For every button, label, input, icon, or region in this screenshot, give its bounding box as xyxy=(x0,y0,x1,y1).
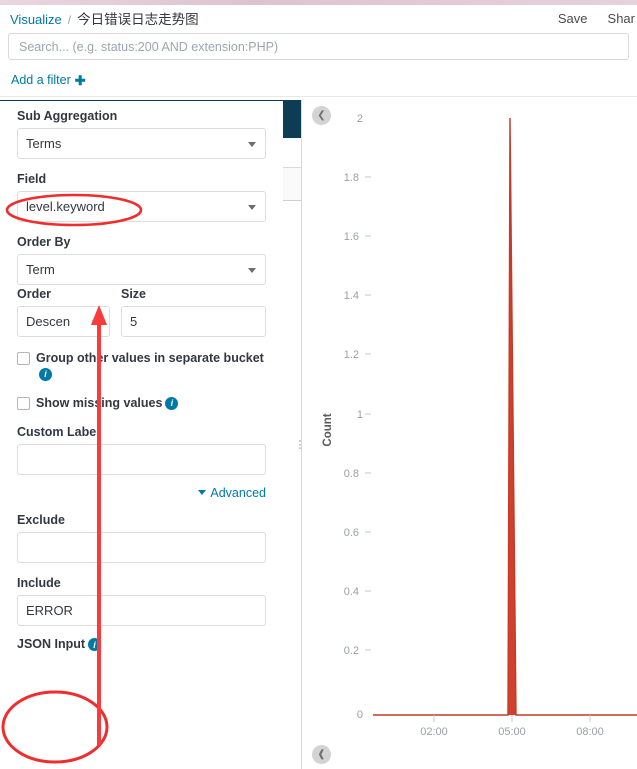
sub-aggregation-value: Terms xyxy=(26,136,62,151)
y-axis-title: Count xyxy=(322,413,334,446)
filter-bar: Add a filter ✚ xyxy=(0,64,637,97)
aggregation-form: Sub Aggregation Terms Field level.keywor… xyxy=(0,101,283,669)
y-tick-label: 0.8 xyxy=(344,468,359,480)
show-missing-values-label: Show missing values i xyxy=(36,396,179,412)
order-by-label: Order By xyxy=(17,235,71,249)
info-icon[interactable]: i xyxy=(39,367,52,381)
order-by-value: Term xyxy=(26,262,55,277)
include-input[interactable]: ERROR xyxy=(17,594,266,626)
order-size-row: Order Descen Size 5 xyxy=(17,285,266,337)
size-value: 5 xyxy=(130,314,138,329)
y-tick-label: 1 xyxy=(357,409,363,421)
order-value: Descen xyxy=(26,314,71,329)
x-tick-label: 05:00 xyxy=(498,726,526,738)
area-fill xyxy=(373,118,637,715)
json-input-text: JSON Input xyxy=(17,636,86,651)
advanced-label: Advanced xyxy=(210,485,266,500)
sub-aggregation-select[interactable]: Terms xyxy=(17,128,266,159)
exclude-label: Exclude xyxy=(17,512,65,527)
show-missing-values-text: Show missing values xyxy=(36,396,163,411)
share-button[interactable]: Shar xyxy=(608,11,635,26)
add-filter-button[interactable]: Add a filter ✚ xyxy=(11,73,86,87)
breadcrumb: Visualize / 今日错误日志走势图 xyxy=(0,8,199,28)
chevron-down-icon xyxy=(248,141,256,147)
include-value: ERROR xyxy=(26,602,73,618)
y-tick-label: 0.6 xyxy=(344,527,359,539)
custom-label-input[interactable] xyxy=(17,443,266,475)
save-button[interactable]: Save xyxy=(558,11,588,26)
show-missing-values-checkbox[interactable] xyxy=(17,397,30,411)
y-axis: 2 1.8 1.6 1.4 1.2 1 0.8 0.6 0.4 0.2 0 xyxy=(344,113,371,721)
advanced-toggle[interactable]: Advanced xyxy=(17,486,266,500)
field-label: Field xyxy=(17,172,47,186)
header-actions: Save Shar xyxy=(558,11,637,26)
x-tick-label: 08:00 xyxy=(576,726,604,738)
search-input[interactable] xyxy=(8,33,629,60)
add-filter-label: Add a filter xyxy=(11,73,71,87)
y-tick-label: 0.2 xyxy=(344,645,359,657)
custom-label-label: Custom Label xyxy=(17,424,100,439)
info-icon[interactable]: i xyxy=(88,638,102,652)
area-chart-svg: 2 1.8 1.6 1.4 1.2 1 0.8 0.6 0.4 0.2 0 Co… xyxy=(322,113,637,738)
y-tick-label: 2 xyxy=(357,113,363,125)
y-tick-label: 1.8 xyxy=(344,172,359,184)
order-label: Order xyxy=(17,287,52,301)
query-bar xyxy=(0,31,637,61)
chevron-down-icon xyxy=(248,267,256,273)
y-tick-label: 1.6 xyxy=(344,231,359,243)
area-outline xyxy=(373,117,637,716)
group-other-values-checkbox[interactable] xyxy=(17,352,30,365)
x-tick-label: 02:00 xyxy=(420,726,448,738)
app-header: Visualize / 今日错误日志走势图 Save Shar xyxy=(0,5,637,31)
size-group: Size 5 xyxy=(121,285,266,337)
page-title: 今日错误日志走势图 xyxy=(77,12,199,27)
group-other-values-row[interactable]: Group other values in separate bucket i xyxy=(17,351,266,382)
field-value: level.keyword xyxy=(26,199,105,214)
info-icon[interactable]: i xyxy=(165,397,179,411)
group-other-values-label: Group other values in separate bucket i xyxy=(36,351,266,382)
order-by-select[interactable]: Term xyxy=(17,254,266,285)
order-select[interactable]: Descen xyxy=(17,306,110,337)
breadcrumb-separator: / xyxy=(67,13,72,27)
y-tick-label: 0.4 xyxy=(344,586,359,598)
exclude-input[interactable] xyxy=(17,531,266,563)
y-tick-label: 1.4 xyxy=(344,290,359,302)
json-input-label: JSON Input i xyxy=(17,636,266,652)
y-tick-label: 1.2 xyxy=(344,349,359,361)
series-error xyxy=(373,117,637,716)
plus-icon: ✚ xyxy=(74,72,86,88)
field-select[interactable]: level.keyword xyxy=(17,191,266,222)
size-label: Size xyxy=(121,287,147,301)
chevron-down-icon xyxy=(198,490,207,496)
chevron-down-icon xyxy=(248,204,256,210)
order-group: Order Descen xyxy=(17,285,110,337)
include-label: Include xyxy=(17,575,61,590)
x-axis: 02:00 05:00 08:00 xyxy=(420,715,604,738)
show-missing-values-row[interactable]: Show missing values i xyxy=(17,396,266,412)
group-other-values-text: Group other values in separate bucket xyxy=(36,351,264,365)
sub-aggregation-label: Sub Aggregation xyxy=(17,109,118,123)
panel-resize-handle[interactable]: ⋮ xyxy=(295,425,306,465)
chevron-down-icon xyxy=(92,319,100,325)
kibana-visualize-editor: Visualize / 今日错误日志走势图 Save Shar Add a fi… xyxy=(0,0,637,769)
breadcrumb-visualize-link[interactable]: Visualize xyxy=(10,12,62,27)
y-tick-label: 0 xyxy=(357,709,363,721)
size-input[interactable]: 5 xyxy=(121,306,266,337)
visualization-chart-area: ❮ ❰ 2 1.8 1.6 1.4 1.2 1 0.8 0.6 0.4 0.2 … xyxy=(303,100,637,769)
